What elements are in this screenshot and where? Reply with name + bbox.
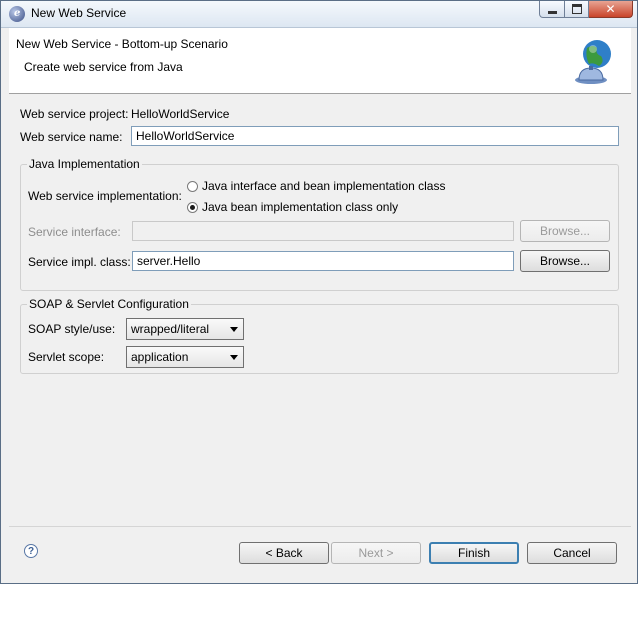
radio-bean-only[interactable]: Java bean implementation class only	[187, 200, 398, 214]
service-interface-field[interactable]	[132, 221, 514, 241]
service-name-label: Web service name:	[20, 130, 123, 144]
minimize-button[interactable]	[539, 1, 565, 18]
radio-button-selected[interactable]	[187, 201, 198, 213]
soap-servlet-title: SOAP & Servlet Configuration	[27, 297, 191, 311]
cancel-button[interactable]: Cancel	[527, 542, 617, 564]
wizard-banner: New Web Service - Bottom-up Scenario Cre…	[9, 28, 631, 94]
footer-separator	[9, 526, 631, 527]
web-service-globe-icon	[575, 40, 611, 84]
radio-button[interactable]	[187, 180, 198, 192]
service-interface-label: Service interface:	[28, 225, 121, 239]
back-button[interactable]: < Back	[239, 542, 329, 564]
servlet-scope-value: application	[131, 350, 189, 364]
radio-label: Java bean implementation class only	[202, 200, 399, 214]
wizard-content: Web service project: HelloWorldService W…	[9, 95, 631, 525]
close-button[interactable]: ✕	[589, 1, 633, 18]
wizard-title: New Web Service - Bottom-up Scenario	[16, 37, 228, 51]
soap-style-label: SOAP style/use:	[28, 322, 116, 336]
maximize-icon	[571, 4, 582, 14]
service-name-field[interactable]: HelloWorldService	[131, 126, 619, 146]
radio-interface-and-bean[interactable]: Java interface and bean implementation c…	[187, 179, 445, 193]
servlet-scope-label: Servlet scope:	[28, 350, 105, 364]
next-button[interactable]: Next >	[331, 542, 421, 564]
project-label: Web service project:	[20, 107, 129, 121]
service-impl-label: Service impl. class:	[28, 255, 131, 269]
java-implementation-group: Java Implementation Web service implemen…	[20, 157, 619, 291]
soap-style-value: wrapped/literal	[131, 322, 210, 336]
implementation-label: Web service implementation:	[28, 189, 182, 203]
project-value[interactable]: HelloWorldService	[131, 107, 229, 121]
minimize-icon	[547, 10, 557, 14]
service-interface-browse-button[interactable]: Browse...	[520, 220, 610, 242]
java-implementation-title: Java Implementation	[27, 157, 142, 171]
wizard-description: Create web service from Java	[24, 60, 183, 74]
soap-style-dropdown[interactable]: wrapped/literal	[126, 318, 244, 340]
dialog-window: e New Web Service ✕ New Web Service - Bo…	[0, 0, 638, 584]
app-icon-letter: e	[14, 8, 21, 19]
service-impl-browse-button[interactable]: Browse...	[520, 250, 610, 272]
close-icon: ✕	[605, 2, 616, 16]
service-impl-field[interactable]: server.Hello	[132, 251, 514, 271]
servlet-scope-dropdown[interactable]: application	[126, 346, 244, 368]
window-controls: ✕	[539, 1, 633, 19]
dropdown-arrow-icon	[230, 327, 238, 332]
eclipse-icon: e	[9, 6, 25, 22]
dropdown-arrow-icon	[230, 355, 238, 360]
radio-label: Java interface and bean implementation c…	[202, 179, 446, 193]
help-icon[interactable]: ?	[24, 544, 38, 558]
maximize-button[interactable]	[565, 1, 589, 18]
window-title: New Web Service	[31, 6, 127, 20]
soap-servlet-group: SOAP & Servlet Configuration SOAP style/…	[20, 297, 619, 374]
title-bar[interactable]: e New Web Service ✕	[1, 1, 637, 28]
finish-button[interactable]: Finish	[429, 542, 519, 564]
